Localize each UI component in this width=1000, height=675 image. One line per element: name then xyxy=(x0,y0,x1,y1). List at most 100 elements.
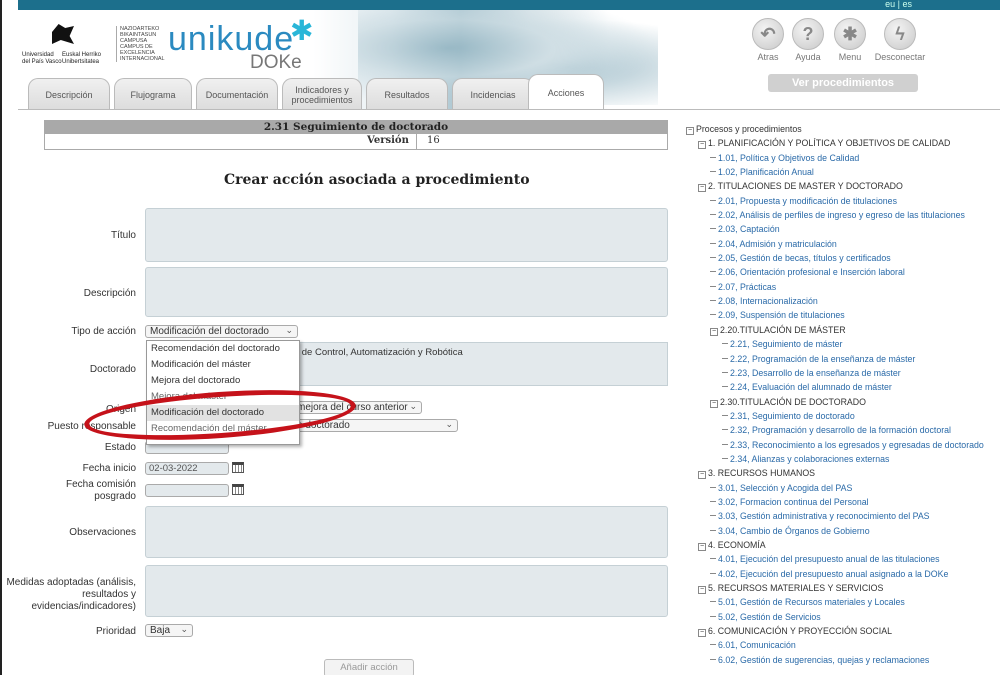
tree-item-label[interactable]: 1.02, Planificación Anual xyxy=(718,167,814,177)
tree-item-label[interactable]: 2.22, Programación de la enseñanza de má… xyxy=(730,354,915,364)
tree-item-label[interactable]: 2.07, Prácticas xyxy=(718,282,776,292)
tree-link-item[interactable]: 2.23, Desarrollo de la enseñanza de mást… xyxy=(686,366,1000,380)
tree-item-label[interactable]: 3.02, Formacion continua del Personal xyxy=(718,497,869,507)
tree-item-label[interactable]: 3.01, Selección y Acogida del PAS xyxy=(718,483,852,493)
tree-link-item[interactable]: 3.02, Formacion continua del Personal xyxy=(686,495,1000,509)
tree-link-item[interactable]: 4.02, Ejecución del presupuesto anual as… xyxy=(686,567,1000,581)
tree-item-label[interactable]: 2.04, Admisión y matriculación xyxy=(718,239,837,249)
tree-link-item[interactable]: 3.01, Selección y Acogida del PAS xyxy=(686,481,1000,495)
tree-item-label[interactable]: 2.06, Orientación profesional e Inserció… xyxy=(718,267,905,277)
tree-node[interactable]: −4. ECONOMÍA xyxy=(686,538,1000,552)
collapse-toggle-icon[interactable]: − xyxy=(698,471,706,480)
collapse-toggle-icon[interactable]: − xyxy=(686,127,694,135)
collapse-toggle-icon[interactable]: − xyxy=(698,629,706,638)
tab-resultados[interactable]: Resultados xyxy=(366,78,448,110)
tree-item-label[interactable]: 2.02, Análisis de perfiles de ingreso y … xyxy=(718,210,965,220)
tree-item-label[interactable]: 3.04, Cambio de Órganos de Gobierno xyxy=(718,526,870,536)
tree-item-label[interactable]: 2.31, Seguimiento de doctorado xyxy=(730,411,855,421)
dropdown-option[interactable]: Modificación del máster xyxy=(147,357,299,373)
tab-flujograma[interactable]: Flujograma xyxy=(114,78,192,110)
tab-acciones[interactable]: Acciones xyxy=(528,74,604,110)
tree-item-label[interactable]: 5.02, Gestión de Servicios xyxy=(718,612,821,622)
tree-item-label[interactable]: 2.03, Captación xyxy=(718,224,780,234)
tree-link-item[interactable]: 3.04, Cambio de Órganos de Gobierno xyxy=(686,524,1000,538)
tree-link-item[interactable]: 2.04, Admisión y matriculación xyxy=(686,237,1000,251)
tree-item-label[interactable]: 2.08, Internacionalización xyxy=(718,296,818,306)
doctorado-field[interactable]: l de Control, Automatización y Robótica xyxy=(292,342,668,386)
tree-node[interactable]: −2.20.TITULACIÓN DE MÁSTER xyxy=(686,323,1000,337)
tree-link-item[interactable]: 3.03, Gestión administrativa y reconocim… xyxy=(686,509,1000,523)
collapse-toggle-icon[interactable]: − xyxy=(698,141,706,150)
medidas-field[interactable] xyxy=(145,565,668,617)
tree-item-label[interactable]: 2.21, Seguimiento de máster xyxy=(730,339,842,349)
tree-node[interactable]: −5. RECURSOS MATERIALES Y SERVICIOS xyxy=(686,581,1000,595)
tree-item-label[interactable]: 6.02, Gestión de sugerencias, quejas y r… xyxy=(718,655,929,665)
tree-link-item[interactable]: 2.33, Reconocimiento a los egresados y e… xyxy=(686,438,1000,452)
tree-node[interactable]: −2. TITULACIONES DE MASTER Y DOCTORADO xyxy=(686,179,1000,193)
tree-node[interactable]: −3. RECURSOS HUMANOS xyxy=(686,466,1000,480)
tree-link-item[interactable]: 2.02, Análisis de perfiles de ingreso y … xyxy=(686,208,1000,222)
tree-link-item[interactable]: 2.08, Internacionalización xyxy=(686,294,1000,308)
tree-item-label[interactable]: 4.02, Ejecución del presupuesto anual as… xyxy=(718,569,948,579)
tree-item-label[interactable]: 5.01, Gestión de Recursos materiales y L… xyxy=(718,597,905,607)
observaciones-field[interactable] xyxy=(145,506,668,558)
tree-item-label[interactable]: 2.34, Alianzas y colaboraciones externas xyxy=(730,454,889,464)
tree-link-item[interactable]: 1.01, Política y Objetivos de Calidad xyxy=(686,151,1000,165)
prioridad-select[interactable]: Baja ⌄ xyxy=(145,624,193,637)
tree-link-item[interactable]: 2.21, Seguimiento de máster xyxy=(686,337,1000,351)
tab-indicadores[interactable]: Indicadores y procedimientos xyxy=(282,78,362,110)
tree-link-item[interactable]: 4.01, Ejecución del presupuesto anual de… xyxy=(686,552,1000,566)
calendar-icon[interactable] xyxy=(232,462,244,473)
tree-link-item[interactable]: 1.02, Planificación Anual xyxy=(686,165,1000,179)
collapse-toggle-icon[interactable]: − xyxy=(698,184,706,193)
tree-item-label[interactable]: 2.01, Propuesta y modificación de titula… xyxy=(718,196,897,206)
tree-node[interactable]: −1. PLANIFICACIÓN Y POLÍTICA Y OBJETIVOS… xyxy=(686,136,1000,150)
tree-link-item[interactable]: 2.24, Evaluación del alumnado de máster xyxy=(686,380,1000,394)
tree-item-label[interactable]: 2.24, Evaluación del alumnado de máster xyxy=(730,382,892,392)
collapse-toggle-icon[interactable]: − xyxy=(698,586,706,594)
tree-item-label[interactable]: 3.03, Gestión administrativa y reconocim… xyxy=(718,511,930,521)
tree-item-label[interactable]: 4.01, Ejecución del presupuesto anual de… xyxy=(718,554,940,564)
add-action-button[interactable]: Añadir acción xyxy=(324,659,414,675)
tab-descripcion[interactable]: Descripción xyxy=(28,78,110,110)
tree-item-label[interactable]: 1.01, Política y Objetivos de Calidad xyxy=(718,153,859,163)
tab-incidencias[interactable]: Incidencias xyxy=(452,78,534,110)
tree-link-item[interactable]: 2.06, Orientación profesional e Inserció… xyxy=(686,265,1000,279)
fecha-inicio-field[interactable]: 02-03-2022 xyxy=(145,462,229,475)
language-switch[interactable]: eu | es xyxy=(885,0,912,9)
tree-link-item[interactable]: 2.22, Programación de la enseñanza de má… xyxy=(686,352,1000,366)
tree-node[interactable]: −2.30.TITULACIÓN DE DOCTORADO xyxy=(686,395,1000,409)
view-procedures-button[interactable]: Ver procedimientos xyxy=(768,74,918,92)
tree-link-item[interactable]: 2.01, Propuesta y modificación de titula… xyxy=(686,194,1000,208)
tree-link-item[interactable]: 6.01, Comunicación xyxy=(686,638,1000,652)
tree-link-item[interactable]: 5.01, Gestión de Recursos materiales y L… xyxy=(686,595,1000,609)
calendar-icon[interactable] xyxy=(232,484,244,495)
tipo-accion-select[interactable]: Modificación del doctorado ⌄ xyxy=(145,325,298,338)
tree-item-label[interactable]: 2.32, Programación y desarrollo de la fo… xyxy=(730,425,951,435)
tree-link-item[interactable]: 2.31, Seguimiento de doctorado xyxy=(686,409,1000,423)
tree-link-item[interactable]: 5.02, Gestión de Servicios xyxy=(686,610,1000,624)
tree-link-item[interactable]: 2.03, Captación xyxy=(686,222,1000,236)
fecha-comision-field[interactable] xyxy=(145,484,229,497)
descripcion-field[interactable] xyxy=(145,267,668,317)
collapse-toggle-icon[interactable]: − xyxy=(710,399,718,408)
dropdown-option[interactable]: Mejora del doctorado xyxy=(147,373,299,389)
tree-item-label[interactable]: 2.33, Reconocimiento a los egresados y e… xyxy=(730,440,984,450)
tree-item-label[interactable]: 2.05, Gestión de becas, títulos y certif… xyxy=(718,253,891,263)
tree-node[interactable]: −6. COMUNICACIÓN Y PROYECCIÓN SOCIAL xyxy=(686,624,1000,638)
tree-link-item[interactable]: 2.05, Gestión de becas, títulos y certif… xyxy=(686,251,1000,265)
tree-item-label[interactable]: 2.09, Suspensión de titulaciones xyxy=(718,310,845,320)
tree-link-item[interactable]: 2.34, Alianzas y colaboraciones externas xyxy=(686,452,1000,466)
tree-link-item[interactable]: 2.07, Prácticas xyxy=(686,280,1000,294)
dropdown-option[interactable]: Recomendación del doctorado xyxy=(147,341,299,357)
collapse-toggle-icon[interactable]: − xyxy=(710,327,718,336)
tab-documentacion[interactable]: Documentación xyxy=(196,78,278,110)
disconnect-button[interactable]: ϟ Desconectar xyxy=(870,18,930,62)
tree-link-item[interactable]: 2.32, Programación y desarrollo de la fo… xyxy=(686,423,1000,437)
tree-link-item[interactable]: 2.09, Suspensión de titulaciones xyxy=(686,308,1000,322)
titulo-field[interactable] xyxy=(145,208,668,262)
tree-item-label[interactable]: 6.01, Comunicación xyxy=(718,640,796,650)
tree-item-label[interactable]: 2.23, Desarrollo de la enseñanza de mást… xyxy=(730,368,901,378)
tree-node[interactable]: − Procesos y procedimientos xyxy=(686,122,1000,136)
collapse-toggle-icon[interactable]: − xyxy=(698,542,706,551)
